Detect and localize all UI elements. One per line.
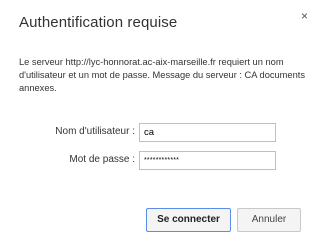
close-icon[interactable]: × (301, 10, 308, 22)
password-label: Mot de passe : (69, 154, 135, 165)
username-input[interactable] (139, 123, 276, 142)
server-message: Le serveur http://lyc-honnorat.ac-aix-ma… (19, 57, 305, 93)
auth-dialog: Authentification requise × Le serveur ht… (0, 0, 317, 248)
connect-button[interactable]: Se connecter (146, 208, 231, 232)
dialog-title: Authentification requise (19, 14, 178, 31)
username-label: Nom d'utilisateur : (55, 126, 135, 137)
cancel-button[interactable]: Annuler (237, 208, 301, 232)
password-input[interactable] (139, 151, 276, 170)
